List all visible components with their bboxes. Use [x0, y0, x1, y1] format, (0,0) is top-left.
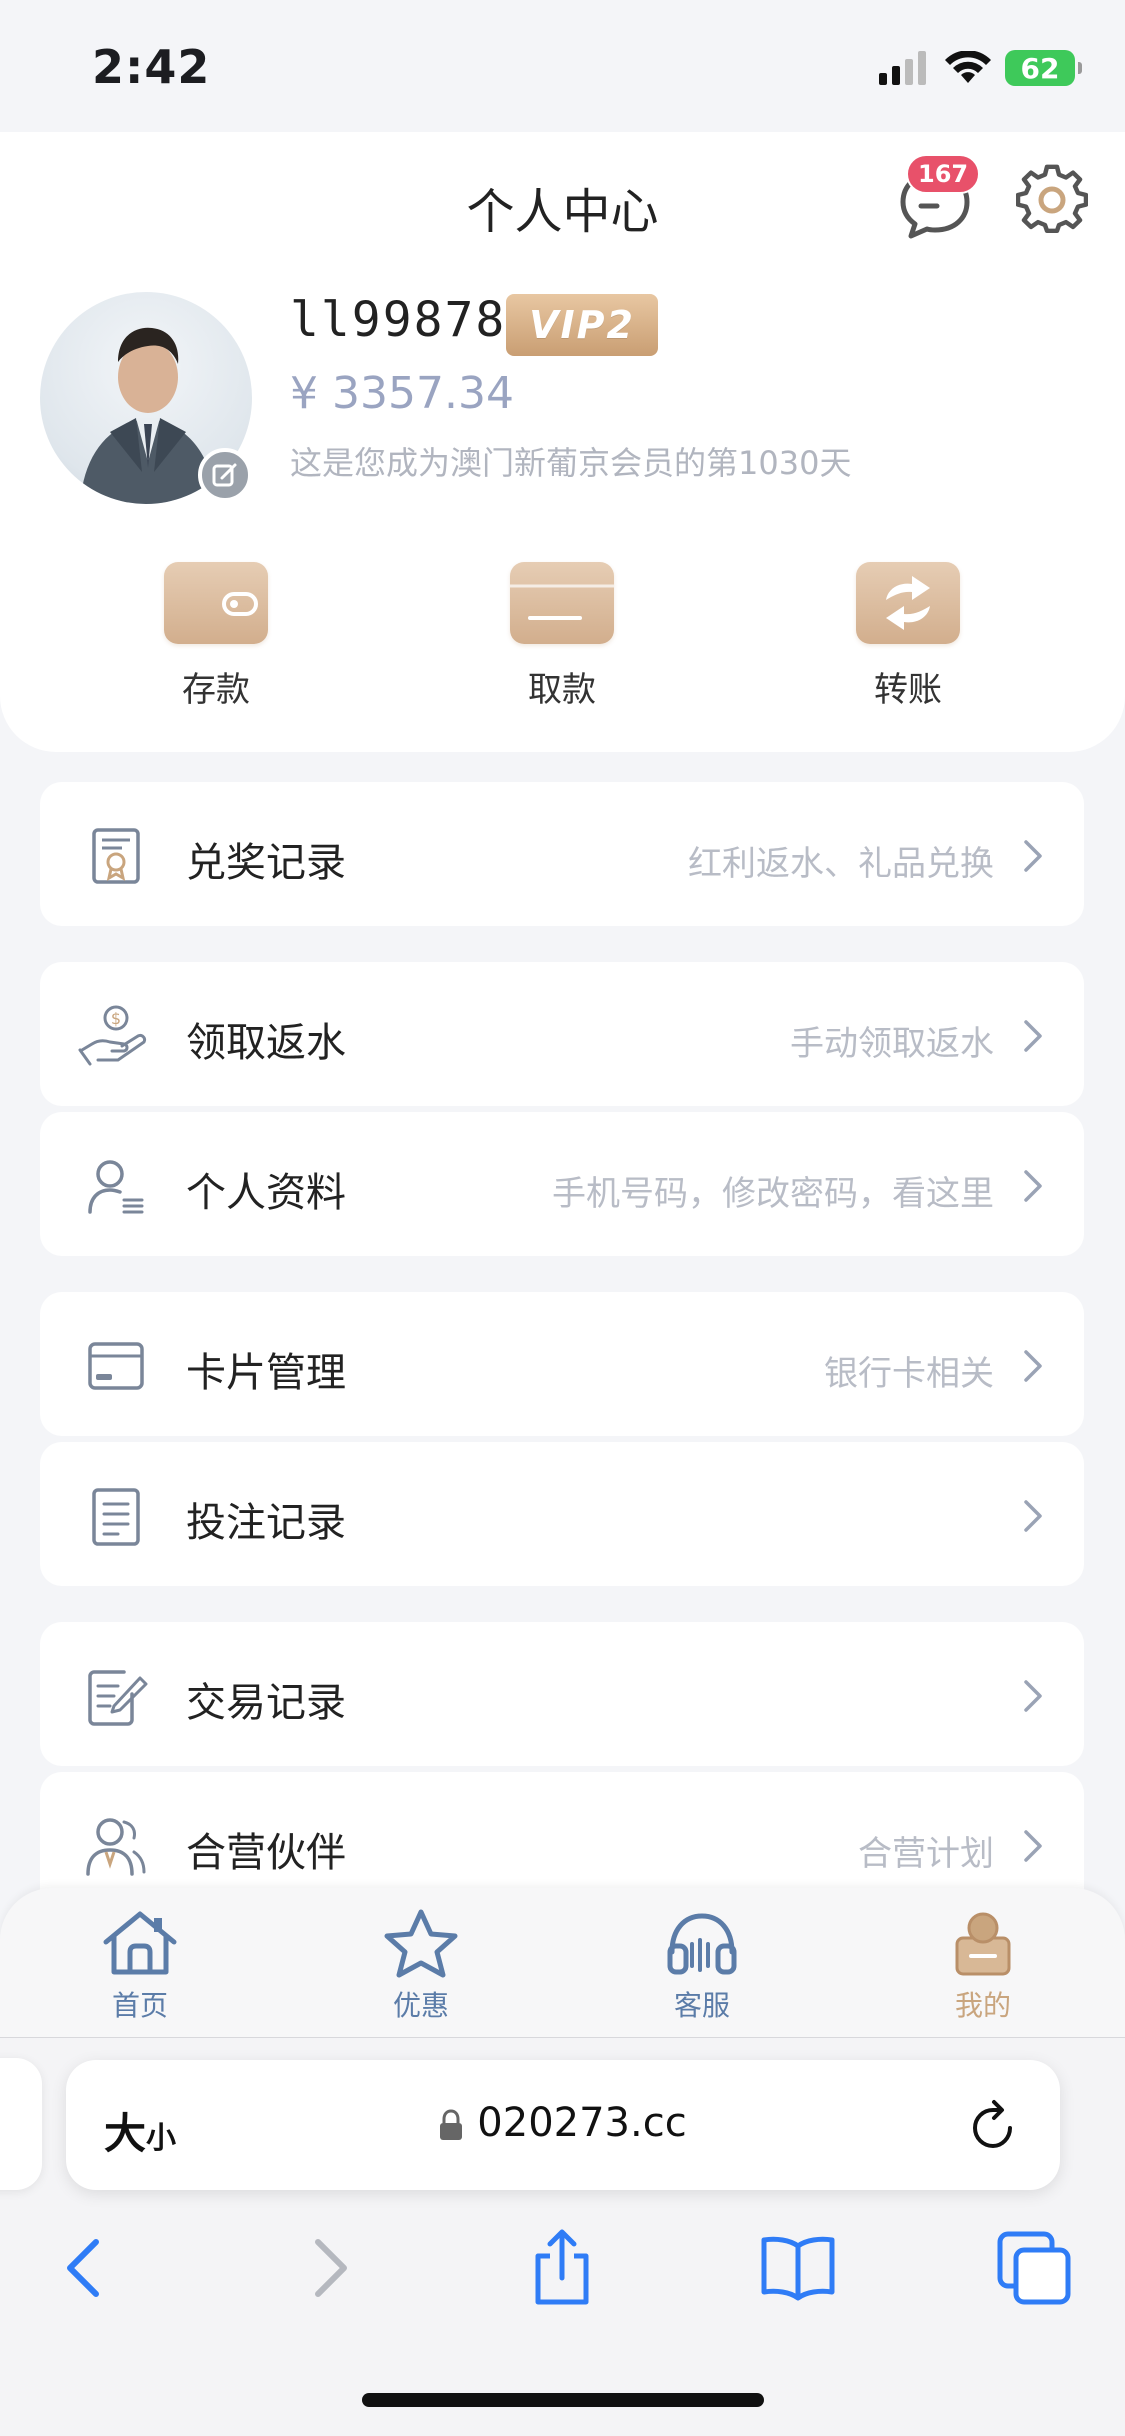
- menu-label: 卡片管理: [186, 1350, 346, 1396]
- previous-tab-preview[interactable]: [0, 2058, 42, 2190]
- member-days-text: 这是您成为澳门新葡京会员的第1030天: [290, 444, 852, 482]
- person-icon: [955, 1912, 1011, 1976]
- clipboard-icon: [84, 1484, 148, 1548]
- menu-item-claim-rebate[interactable]: $ 领取返水 手动领取返水: [40, 962, 1084, 1106]
- withdraw-button[interactable]: 取款: [472, 562, 652, 711]
- chevron-right-icon: [1024, 840, 1042, 872]
- tab-customer-service[interactable]: 客服: [622, 1908, 782, 2024]
- tab-label: 优惠: [392, 1989, 449, 2022]
- menu-item-redeem-records[interactable]: 兑奖记录 红利返水、礼品兑换: [40, 782, 1084, 926]
- menu-label: 个人资料: [186, 1170, 346, 1216]
- menu-hint: 银行卡相关: [824, 1354, 994, 1394]
- chevron-right-icon: [1024, 1680, 1042, 1712]
- gear-icon: [1015, 164, 1089, 234]
- lock-icon: [440, 2109, 463, 2140]
- battery-level: 62: [1020, 51, 1060, 85]
- menu-label: 交易记录: [186, 1680, 346, 1726]
- deposit-button[interactable]: 存款: [126, 562, 306, 711]
- bottom-tab-bar: 首页 优惠 客服 我的: [0, 1888, 1125, 2038]
- hand-coin-icon: $: [78, 1004, 148, 1068]
- tab-label: 首页: [111, 1989, 168, 2022]
- edit-icon: [212, 463, 237, 487]
- signal-icon: [879, 51, 926, 85]
- bookmarks-icon[interactable]: [758, 2228, 838, 2308]
- tabs-icon[interactable]: [994, 2228, 1074, 2308]
- status-bar: 2:42 62: [0, 0, 1125, 132]
- chevron-right-icon: [1024, 1350, 1042, 1382]
- partner-icon: [84, 1814, 148, 1878]
- tab-label: 我的: [954, 1989, 1011, 2022]
- tab-mine[interactable]: 我的: [903, 1908, 1063, 2024]
- url-text: 020273.cc: [477, 2100, 687, 2146]
- transfer-icon: [856, 562, 960, 644]
- transfer-button[interactable]: 转账: [818, 562, 998, 711]
- svg-text:$: $: [111, 1009, 121, 1028]
- message-count-badge: 167: [906, 154, 981, 194]
- tab-home[interactable]: 首页: [60, 1908, 220, 2024]
- menu-hint: 手机号码，修改密码，看这里: [552, 1174, 994, 1214]
- withdraw-label: 取款: [528, 670, 596, 710]
- settings-button[interactable]: [1015, 164, 1089, 236]
- chevron-right-icon: [1024, 1500, 1042, 1532]
- username: ll998780: [290, 292, 538, 348]
- menu-hint: 红利返水、礼品兑换: [688, 844, 994, 884]
- edit-document-icon: [84, 1664, 148, 1728]
- transfer-label: 转账: [874, 670, 942, 710]
- reload-icon[interactable]: [966, 2098, 1020, 2152]
- menu-hint: 手动领取返水: [790, 1024, 994, 1064]
- home-indicator[interactable]: [362, 2393, 764, 2407]
- tab-label: 客服: [673, 1989, 730, 2022]
- address-bar[interactable]: 大小 020273.cc: [66, 2060, 1060, 2190]
- chevron-right-icon: [1024, 1830, 1042, 1862]
- status-time: 2:42: [92, 40, 211, 94]
- card-icon: [510, 562, 614, 644]
- menu-label: 领取返水: [186, 1020, 346, 1066]
- vip-badge: VIP2: [506, 294, 658, 356]
- profile-header: 个人中心 167 ll998780 VIP2 ¥ 3357.34 这是您成为澳门…: [0, 132, 1125, 752]
- menu-label: 投注记录: [186, 1500, 346, 1546]
- browser-toolbar: [0, 2228, 1125, 2328]
- wallet-icon: [164, 562, 268, 644]
- status-icons: 62: [879, 50, 1082, 86]
- quick-actions: 存款 取款 转账: [0, 562, 1125, 722]
- menu-label: 兑奖记录: [186, 840, 346, 886]
- chevron-right-icon: [1024, 1020, 1042, 1052]
- deposit-label: 存款: [182, 670, 250, 710]
- menu-label: 合营伙伴: [186, 1830, 346, 1876]
- url-display[interactable]: 020273.cc: [66, 2100, 1060, 2146]
- back-icon[interactable]: [46, 2228, 126, 2308]
- account-balance: ¥ 3357.34: [290, 368, 514, 419]
- edit-avatar-button[interactable]: [198, 448, 252, 502]
- headset-icon: [667, 1913, 737, 1975]
- tab-promotions[interactable]: 优惠: [341, 1908, 501, 2024]
- home-icon: [103, 1911, 177, 1975]
- share-icon[interactable]: [522, 2228, 602, 2308]
- menu-hint: 合营计划: [858, 1834, 994, 1874]
- chevron-right-icon: [1024, 1170, 1042, 1202]
- menu-item-transaction-records[interactable]: 交易记录: [40, 1622, 1084, 1766]
- menu-item-card-management[interactable]: 卡片管理 银行卡相关: [40, 1292, 1084, 1436]
- browser-chrome: 大小 020273.cc: [0, 2038, 1125, 2436]
- forward-icon[interactable]: [288, 2228, 368, 2308]
- menu-item-bet-records[interactable]: 投注记录: [40, 1442, 1084, 1586]
- wifi-icon: [945, 51, 991, 83]
- certificate-icon: [84, 824, 148, 888]
- user-profile-icon: [84, 1154, 148, 1218]
- battery-indicator: 62: [1005, 50, 1082, 86]
- bank-card-icon: [84, 1334, 148, 1398]
- menu-item-personal-info[interactable]: 个人资料 手机号码，修改密码，看这里: [40, 1112, 1084, 1256]
- star-icon: [384, 1909, 458, 1978]
